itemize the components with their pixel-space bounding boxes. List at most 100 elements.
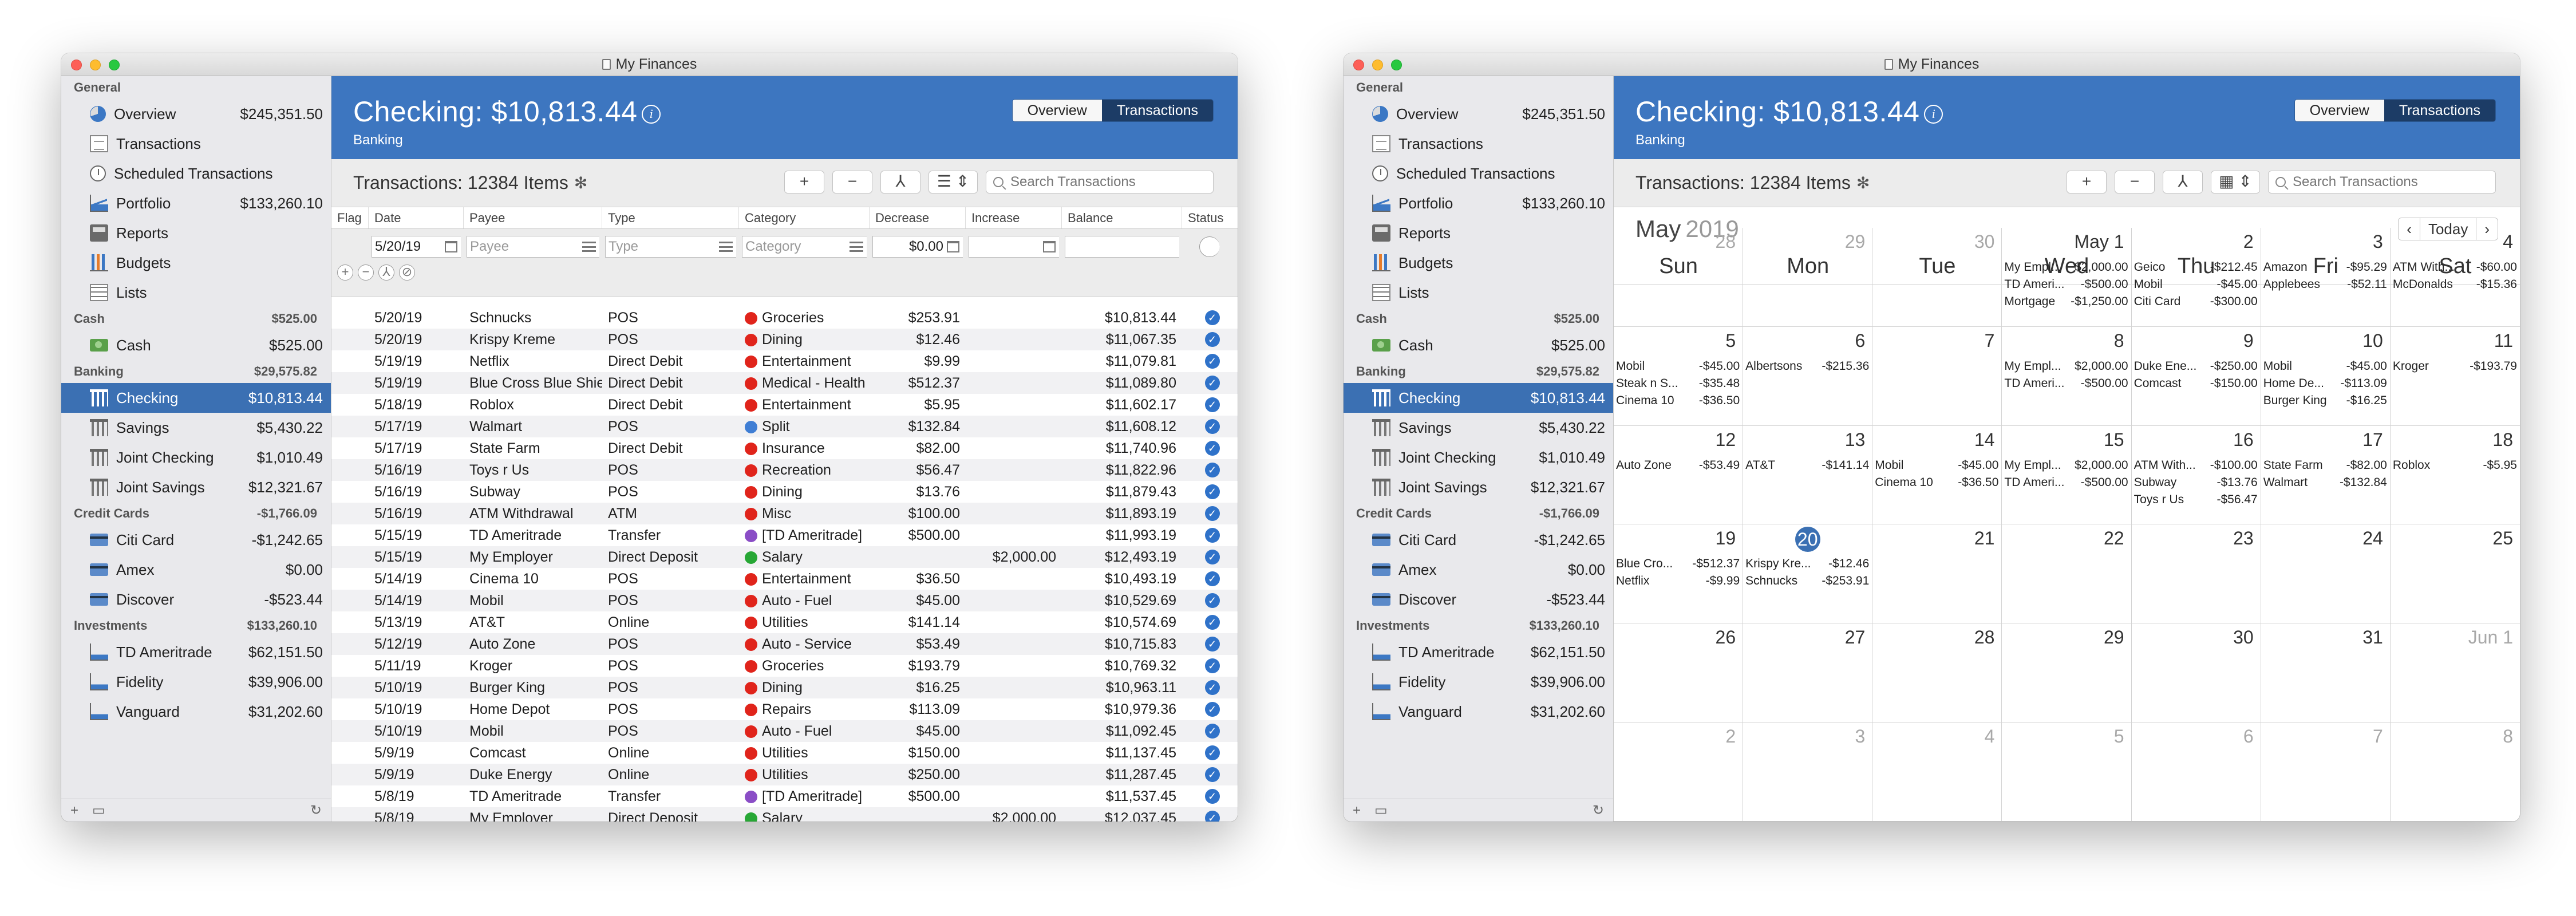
column-header-status[interactable]: Status bbox=[1182, 207, 1236, 228]
calendar-day-cell[interactable]: 15 My Empl... $2,000.00 TD Ameri... -$500.00 bbox=[2002, 425, 2132, 525]
search-field[interactable] bbox=[2268, 171, 2496, 194]
calendar-event[interactable]: Walmart -$132.84 bbox=[2263, 474, 2387, 491]
sidebar-item-vanguard[interactable]: Vanguard $31,202.60 bbox=[1344, 697, 1613, 727]
calendar-event[interactable]: Mobil -$45.00 bbox=[2263, 358, 2387, 375]
calendar-event[interactable]: Subway -$13.76 bbox=[2134, 474, 2258, 491]
flag-cell[interactable] bbox=[331, 350, 369, 372]
cleared-check-icon[interactable]: ✓ bbox=[1204, 658, 1220, 673]
calendar-event[interactable]: Krispy Kre... -$12.46 bbox=[1745, 555, 1869, 572]
calendar-day-cell[interactable]: 30 bbox=[2131, 623, 2261, 723]
calendar-event[interactable]: Geico -$212.45 bbox=[2134, 259, 2258, 276]
flag-cell[interactable] bbox=[331, 459, 369, 481]
calendar-day-cell[interactable]: 29 bbox=[1743, 228, 1873, 327]
calendar-event[interactable]: My Empl... $2,000.00 bbox=[2004, 259, 2128, 276]
gear-icon[interactable]: ✻ bbox=[1856, 173, 1870, 192]
calendar-event[interactable]: Burger King -$16.25 bbox=[2263, 392, 2387, 409]
view-options-button[interactable]: ▦ ⇕ bbox=[2211, 171, 2260, 194]
sidebar-item-portfolio[interactable]: Portfolio $133,260.10 bbox=[1344, 188, 1613, 218]
entry-clear-icon[interactable]: ⊘ bbox=[399, 264, 415, 281]
cleared-check-icon[interactable]: ✓ bbox=[1204, 397, 1220, 412]
sidebar-item-td-ameritrade[interactable]: TD Ameritrade $62,151.50 bbox=[61, 637, 331, 667]
cleared-check-icon[interactable]: ✓ bbox=[1204, 550, 1220, 564]
calendar-day-cell[interactable]: 8 bbox=[2390, 722, 2520, 822]
view-options-button[interactable]: ☰ ⇕ bbox=[929, 171, 978, 194]
collapse-icon[interactable]: ▭ bbox=[92, 802, 105, 819]
calendar-event[interactable]: Albertsons -$215.36 bbox=[1745, 358, 1869, 375]
column-header-increase[interactable]: Increase bbox=[966, 207, 1062, 228]
cleared-check-icon[interactable]: ✓ bbox=[1204, 767, 1220, 782]
column-header-decrease[interactable]: Decrease bbox=[870, 207, 966, 228]
zoom-window-button[interactable] bbox=[1391, 60, 1402, 70]
tab-overview[interactable]: Overview bbox=[1012, 100, 1102, 121]
calendar-event[interactable]: My Empl... $2,000.00 bbox=[2004, 358, 2128, 375]
table-row[interactable]: 5/19/19 Netflix Direct Debit Entertainment $… bbox=[331, 350, 1238, 372]
entry-status-toggle[interactable] bbox=[1199, 236, 1220, 257]
flag-cell[interactable] bbox=[331, 524, 369, 546]
cleared-check-icon[interactable]: ✓ bbox=[1204, 637, 1220, 652]
sidebar-item-vanguard[interactable]: Vanguard $31,202.60 bbox=[61, 697, 331, 727]
entry-split-icon[interactable]: ⅄ bbox=[378, 264, 394, 281]
calendar-event[interactable]: Cinema 10 -$36.50 bbox=[1616, 392, 1740, 409]
calendar-event[interactable]: Cinema 10 -$36.50 bbox=[1875, 474, 1998, 491]
calendar-day-cell[interactable]: 26 bbox=[1614, 623, 1744, 723]
calendar-event[interactable]: TD Ameri... -$500.00 bbox=[2004, 474, 2128, 491]
calculator-icon[interactable] bbox=[947, 241, 959, 252]
entry-type-field[interactable]: Type bbox=[605, 236, 736, 258]
calendar-event[interactable]: Auto Zone -$53.49 bbox=[1616, 457, 1740, 474]
flag-cell[interactable] bbox=[331, 416, 369, 437]
cleared-check-icon[interactable]: ✓ bbox=[1204, 419, 1220, 434]
calendar-day-cell[interactable]: 17 State Farm -$82.00 Walmart -$132.84 bbox=[2261, 425, 2391, 525]
calendar-day-cell[interactable]: 7 bbox=[1872, 326, 2002, 426]
cleared-check-icon[interactable]: ✓ bbox=[1204, 593, 1220, 608]
calendar-event[interactable]: My Empl... $2,000.00 bbox=[2004, 457, 2128, 474]
cleared-check-icon[interactable]: ✓ bbox=[1204, 702, 1220, 717]
flag-cell[interactable] bbox=[331, 698, 369, 720]
column-header-payee[interactable]: Payee bbox=[464, 207, 602, 228]
minimize-window-button[interactable] bbox=[1372, 60, 1383, 70]
table-row[interactable]: 5/15/19 My Employer Direct Deposit Salary $2… bbox=[331, 546, 1238, 568]
calendar-day-cell[interactable]: 9 Duke Ene... -$250.00 Comcast -$150.00 bbox=[2131, 326, 2261, 426]
calendar-day-cell[interactable]: 21 bbox=[1872, 524, 2002, 624]
table-row[interactable]: 5/9/19 Duke Energy Online Utilities $250.00 $… bbox=[331, 764, 1238, 785]
gear-icon[interactable]: ✻ bbox=[574, 173, 587, 192]
cleared-check-icon[interactable]: ✓ bbox=[1204, 441, 1220, 456]
calendar-event[interactable]: Steak n S... -$35.48 bbox=[1616, 375, 1740, 392]
calendar-event[interactable]: Duke Ene... -$250.00 bbox=[2134, 358, 2258, 375]
table-row[interactable]: 5/16/19 Toys r Us POS Recreation $56.47 $11,8… bbox=[331, 459, 1238, 481]
calendar-day-cell[interactable]: 10 Mobil -$45.00 Home De... -$113.09 Burger K… bbox=[2261, 326, 2391, 426]
calendar-day-cell[interactable]: 6 Albertsons -$215.36 bbox=[1743, 326, 1873, 426]
calendar-day-cell[interactable]: 7 bbox=[2261, 722, 2391, 822]
calendar-day-cell[interactable]: 20 Krispy Kre... -$12.46 Schnucks -$253.91 bbox=[1743, 524, 1873, 624]
sidebar-item-joint-checking[interactable]: Joint Checking $1,010.49 bbox=[1344, 443, 1613, 472]
search-input[interactable] bbox=[1010, 174, 1194, 190]
cleared-check-icon[interactable]: ✓ bbox=[1204, 484, 1220, 499]
flag-cell[interactable] bbox=[331, 785, 369, 807]
calendar-event[interactable]: Comcast -$150.00 bbox=[2134, 375, 2258, 392]
cleared-check-icon[interactable]: ✓ bbox=[1204, 571, 1220, 586]
sidebar-item-scheduled-transactions[interactable]: Scheduled Transactions bbox=[61, 159, 331, 188]
zoom-window-button[interactable] bbox=[109, 60, 120, 70]
calendar-day-cell[interactable]: May 1 My Empl... $2,000.00 TD Ameri... -$500… bbox=[2002, 228, 2132, 327]
cleared-check-icon[interactable]: ✓ bbox=[1204, 463, 1220, 477]
entry-increase-field[interactable] bbox=[969, 236, 1059, 258]
sidebar-item-reports[interactable]: Reports bbox=[61, 218, 331, 248]
cleared-check-icon[interactable]: ✓ bbox=[1204, 724, 1220, 739]
flag-cell[interactable] bbox=[331, 611, 369, 633]
cleared-check-icon[interactable]: ✓ bbox=[1204, 376, 1220, 390]
table-row[interactable]: 5/8/19 My Employer Direct Deposit Salary $2,… bbox=[331, 807, 1238, 822]
table-row[interactable]: 5/17/19 Walmart POS Split $132.84 $11,608.12 ✓ bbox=[331, 416, 1238, 437]
sidebar-item-savings[interactable]: Savings $5,430.22 bbox=[61, 413, 331, 443]
search-field[interactable] bbox=[986, 171, 1214, 194]
table-row[interactable]: 5/10/19 Burger King POS Dining $16.25 $10,963… bbox=[331, 677, 1238, 698]
sidebar-item-joint-checking[interactable]: Joint Checking $1,010.49 bbox=[61, 443, 331, 472]
table-row[interactable]: 5/8/19 TD Ameritrade Transfer [TD Ameritrad… bbox=[331, 785, 1238, 807]
calendar-day-cell[interactable]: 12 Auto Zone -$53.49 bbox=[1614, 425, 1744, 525]
sidebar-item-discover[interactable]: Discover -$523.44 bbox=[1344, 585, 1613, 614]
calendar-day-cell[interactable]: 29 bbox=[2002, 623, 2132, 723]
split-transaction-button[interactable]: ⅄ bbox=[880, 171, 920, 194]
calendar-event[interactable]: ATM With... -$60.00 bbox=[2393, 259, 2517, 276]
sidebar-item-joint-savings[interactable]: Joint Savings $12,321.67 bbox=[61, 472, 331, 502]
calendar-day-cell[interactable]: 16 ATM With... -$100.00 Subway -$13.76 Toys r… bbox=[2131, 425, 2261, 525]
table-row[interactable]: 5/9/19 Comcast Online Utilities $150.00 $11,1… bbox=[331, 742, 1238, 764]
cleared-check-icon[interactable]: ✓ bbox=[1204, 506, 1220, 521]
